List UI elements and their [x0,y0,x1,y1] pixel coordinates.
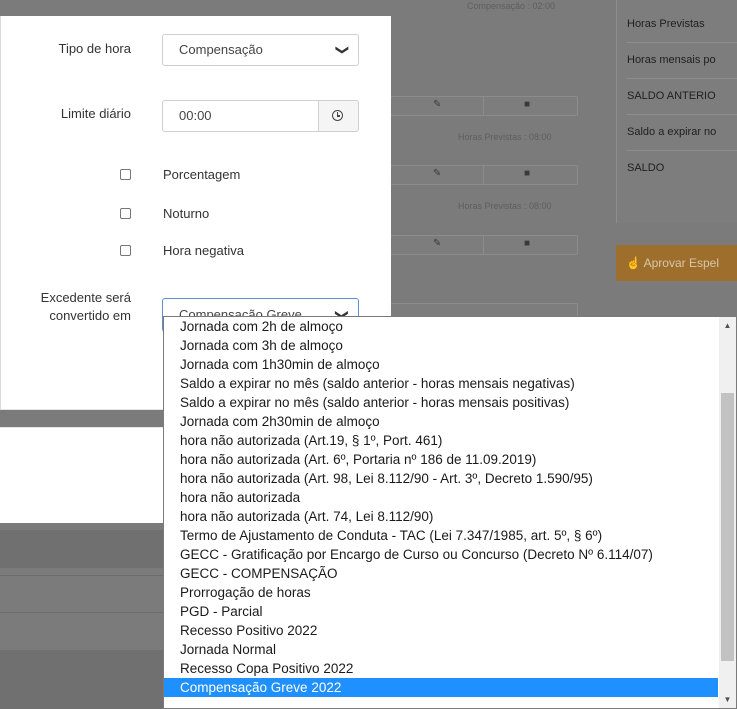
divider [0,612,170,613]
summary-row: Horas mensais po [627,42,737,79]
approve-button[interactable]: ☝ Aprovar Espel [616,245,737,281]
dropdown-option[interactable]: Compensação Greve 2022 [164,678,718,697]
dropdown-option[interactable]: Jornada com 2h de almoço [164,317,718,336]
dropdown-option[interactable]: Jornada com 2h30min de almoço [164,412,718,431]
summary-row: SALDO [627,162,665,174]
scrollbar-thumb[interactable] [721,393,734,661]
chevron-down-icon: ❯ [335,44,351,56]
dropdown-option[interactable]: Recesso Copa Positivo 2022 [164,659,718,678]
tipo-hora-label: Tipo de hora [58,41,131,56]
summary-row: Horas Previstas [627,6,737,43]
action-button-row: ✎ ■ [390,165,578,185]
dropdown-option[interactable]: Saldo a expirar no mês (saldo anterior -… [164,374,718,393]
thumbs-up-icon: ☝ [626,256,644,270]
background-band [0,530,170,568]
porcentagem-checkbox[interactable] [120,169,131,180]
edit-icon: ✎ [433,99,442,110]
summary-panel: Horas Previstas Horas mensais po SALDO A… [616,0,737,223]
comment-icon: ■ [524,168,531,179]
noturno-label: Noturno [163,206,210,221]
tipo-hora-select[interactable]: Compensação ❯ [162,34,359,66]
hora-negativa-checkbox[interactable] [120,245,131,256]
triangle-up-icon[interactable]: ▲ [719,317,736,334]
dropdown-option[interactable]: Jornada com 3h de almoço [164,336,718,355]
dropdown-option[interactable]: hora não autorizada (Art. 74, Lei 8.112/… [164,507,718,526]
limite-diario-input[interactable]: 00:00 [162,100,319,132]
limite-diario-value: 00:00 [179,108,212,123]
edit-icon: ✎ [433,238,442,249]
scrollbar[interactable]: ▲ ▼ [719,317,736,708]
action-button-row [390,303,578,317]
compensacao-caption: Compensação : 02:00 [467,1,556,11]
comment-icon: ■ [524,99,531,110]
excedente-label: Excedente será convertido em [40,290,131,323]
action-button-row: ✎ ■ [390,96,578,116]
dropdown-option[interactable]: hora não autorizada (Art. 98, Lei 8.112/… [164,469,718,488]
divider [0,575,170,576]
dropdown-option[interactable]: Termo de Ajustamento de Conduta - TAC (L… [164,526,718,545]
tipo-hora-value: Compensação [179,42,263,57]
hora-negativa-label: Hora negativa [163,243,244,258]
comment-icon: ■ [524,238,531,249]
dropdown-option[interactable]: PGD - Parcial [164,602,718,621]
dropdown-option[interactable]: Recesso Positivo 2022 [164,621,718,640]
option-list: Jornada com 2h de almoço Jornada com 3h d… [164,317,718,697]
dropdown-option[interactable]: Prorrogação de horas [164,583,718,602]
dropdown-option[interactable]: GECC - Gratificação por Encargo de Curso… [164,545,718,564]
edit-icon: ✎ [433,168,442,179]
dropdown-option[interactable]: hora não autorizada (Art. 6º, Portaria n… [164,450,718,469]
dropdown-option[interactable]: Saldo a expirar no mês (saldo anterior -… [164,393,718,412]
action-button-row: ✎ ■ [390,235,578,255]
background-band [0,650,170,709]
noturno-checkbox[interactable] [120,208,131,219]
dropdown-option[interactable]: hora não autorizada (Art.19, § 1º, Port.… [164,431,718,450]
triangle-down-icon[interactable]: ▼ [719,691,736,708]
limite-diario-label: Limite diário [60,106,131,121]
horas-previstas-caption: Horas Previstas : 08:00 [458,132,552,142]
dropdown-option[interactable]: Jornada com 1h30min de almoço [164,355,718,374]
dropdown-option[interactable]: GECC - COMPENSAÇÃO [164,564,718,583]
summary-row: SALDO ANTERIO [627,78,737,115]
excedente-dropdown-list[interactable]: Jornada com 2h de almoço Jornada com 3h d… [163,316,737,709]
dropdown-option[interactable]: Jornada Normal [164,640,718,659]
clock-button[interactable] [318,100,359,132]
clock-icon [332,110,343,121]
horas-previstas-caption: Horas Previstas : 08:00 [458,201,552,211]
summary-row: Saldo a expirar no [627,114,737,151]
porcentagem-label: Porcentagem [163,167,241,182]
approve-label: Aprovar Espel [643,256,719,270]
dropdown-option[interactable]: hora não autorizada [164,488,718,507]
